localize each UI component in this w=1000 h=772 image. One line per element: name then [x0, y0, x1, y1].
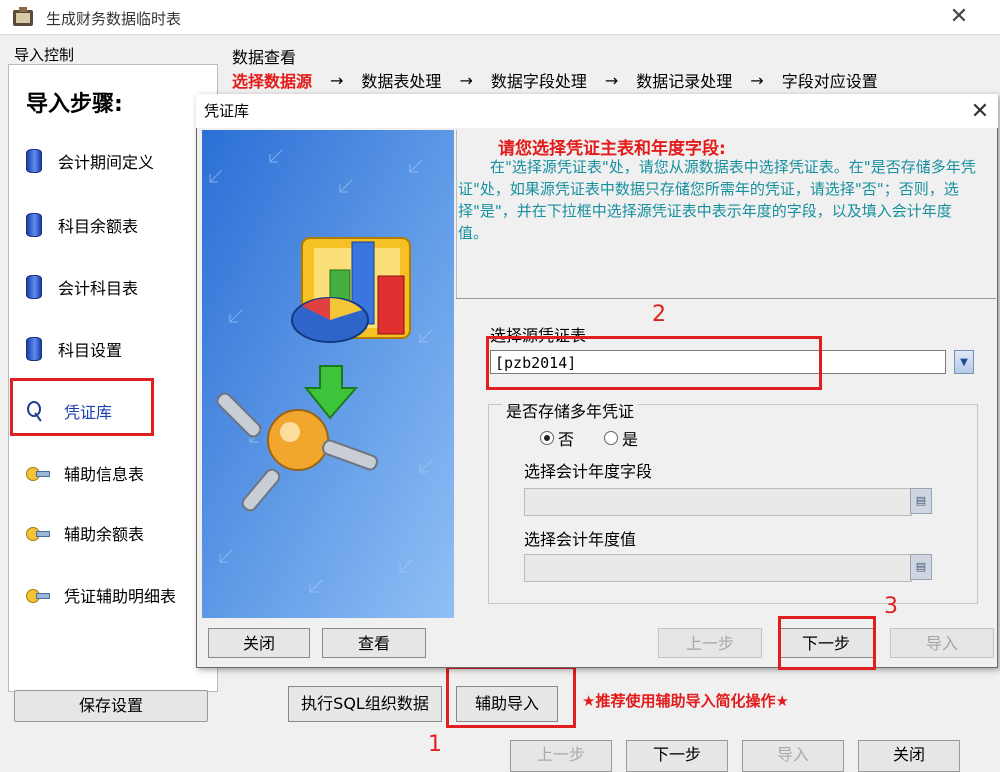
breadcrumb-item[interactable]: 数据记录处理 — [636, 68, 732, 92]
radio-icon — [604, 431, 618, 445]
close-icon[interactable]: ✕ — [946, 4, 972, 30]
chevron-down-icon[interactable]: ▼ — [954, 350, 974, 374]
aux-import-highlight-box — [446, 666, 576, 728]
main-import-button[interactable]: 导入 — [742, 740, 844, 772]
wizard-illustration — [202, 130, 454, 618]
radio-no[interactable]: 否 — [540, 426, 574, 450]
dialog-divider — [456, 130, 457, 298]
annotation-marker-3: 3 — [884, 594, 898, 619]
step-aux-balance[interactable]: 辅助余额表 — [26, 518, 144, 548]
dialog-title: 凭证库 — [204, 102, 250, 120]
year-field-select[interactable] — [524, 488, 912, 516]
arrow-icon: → — [604, 70, 619, 90]
step-voucher-aux-detail[interactable]: 凭证辅助明细表 — [26, 580, 176, 610]
instruction-text: 在"选择源凭证表"处，请您从源数据表中选择凭证表。在"是否存储多年凭证"处，如果… — [458, 158, 976, 242]
exec-sql-button[interactable]: 执行SQL组织数据 — [288, 686, 442, 722]
step-subject-settings[interactable]: 科目设置 — [26, 334, 122, 364]
app-icon — [13, 7, 33, 26]
radio-label: 是 — [622, 430, 639, 449]
arrow-icon: → — [459, 70, 473, 90]
annotation-marker-1: 1 — [428, 732, 442, 757]
dialog-title-bar — [196, 94, 998, 128]
dropdown-button-icon[interactable]: ▤ — [910, 488, 932, 514]
step-label: 凭证辅助明细表 — [64, 587, 177, 606]
step-subject-balance[interactable]: 科目余额表 — [26, 210, 138, 240]
breadcrumb: 选择数据源 → 数据表处理 → 数据字段处理 → 数据记录处理 → 字段对应设置 — [232, 68, 878, 92]
data-view-label: 数据查看 — [232, 48, 297, 67]
dialog-divider — [456, 298, 996, 299]
window-title: 生成财务数据临时表 — [46, 10, 182, 28]
dialog-prev-button[interactable]: 上一步 — [658, 628, 762, 658]
key-icon — [26, 525, 50, 541]
dialog-close-button[interactable]: 关闭 — [208, 628, 310, 658]
step-label: 科目设置 — [58, 341, 123, 360]
arrow-icon: → — [750, 70, 764, 90]
step-aux-info[interactable]: 辅助信息表 — [26, 458, 144, 488]
step-account-subjects[interactable]: 会计科目表 — [26, 272, 138, 302]
year-value-label: 选择会计年度值 — [524, 530, 637, 549]
key-icon — [26, 465, 50, 481]
step-label: 会计科目表 — [58, 279, 139, 298]
key-icon — [26, 587, 50, 603]
dialog-import-button[interactable]: 导入 — [890, 628, 994, 658]
step-label: 科目余额表 — [58, 217, 139, 236]
voucher-step-highlight-box — [10, 378, 154, 436]
year-field-label: 选择会计年度字段 — [524, 462, 653, 481]
database-icon — [26, 213, 42, 237]
main-next-button[interactable]: 下一步 — [626, 740, 728, 772]
step-label: 会计期间定义 — [58, 153, 155, 172]
breadcrumb-item[interactable]: 数据字段处理 — [491, 68, 587, 92]
step-label: 辅助余额表 — [64, 525, 145, 544]
steps-title: 导入步骤: — [26, 92, 123, 117]
dropdown-button-icon[interactable]: ▤ — [910, 554, 932, 580]
recommend-note: ★推荐使用辅助导入简化操作★ — [582, 692, 789, 710]
arrow-icon: → — [330, 70, 344, 90]
database-icon — [26, 275, 42, 299]
breadcrumb-item[interactable]: 选择数据源 — [232, 68, 312, 92]
step-label: 辅助信息表 — [64, 465, 145, 484]
main-prev-button[interactable]: 上一步 — [510, 740, 612, 772]
save-settings-button[interactable]: 保存设置 — [14, 690, 208, 722]
close-icon[interactable]: ✕ — [966, 98, 994, 126]
main-close-button[interactable]: 关闭 — [858, 740, 960, 772]
annotation-marker-2: 2 — [652, 302, 666, 327]
breadcrumb-item[interactable]: 字段对应设置 — [782, 68, 878, 92]
multi-year-label: 是否存储多年凭证 — [502, 398, 639, 422]
left-panel-header: 导入控制 — [14, 46, 75, 64]
radio-icon — [540, 431, 554, 445]
source-table-highlight-box — [486, 336, 822, 390]
year-value-select[interactable] — [524, 554, 912, 582]
database-icon — [26, 337, 42, 361]
next-button-highlight-box — [778, 616, 876, 670]
database-icon — [26, 149, 42, 173]
dialog-view-button[interactable]: 查看 — [322, 628, 426, 658]
radio-yes[interactable]: 是 — [604, 426, 638, 450]
step-accounting-period[interactable]: 会计期间定义 — [26, 146, 154, 176]
breadcrumb-item[interactable]: 数据表处理 — [361, 68, 441, 92]
radio-label: 否 — [558, 430, 575, 449]
